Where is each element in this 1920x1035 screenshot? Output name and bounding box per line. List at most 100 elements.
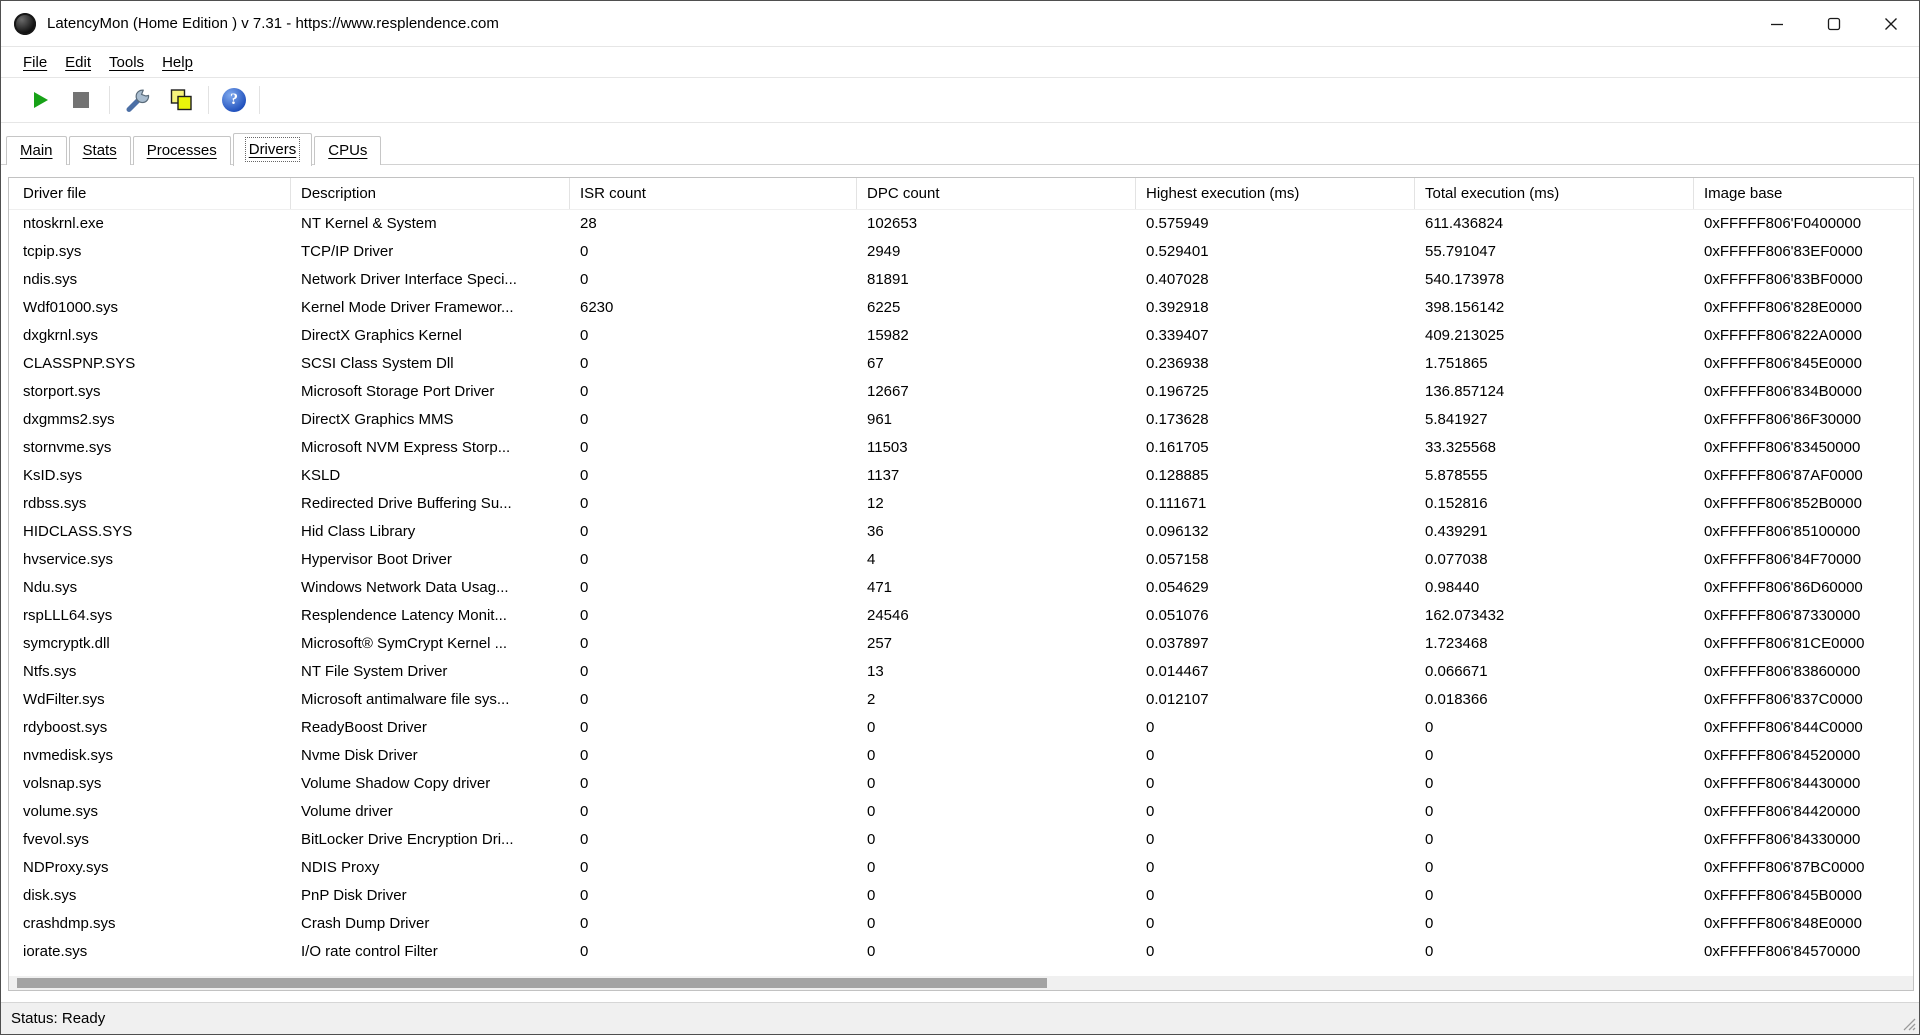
cell-total_execution_ms: 0.018366 bbox=[1415, 686, 1694, 714]
cell-highest_execution_ms: 0.173628 bbox=[1136, 406, 1415, 434]
table-row[interactable]: disk.sysPnP Disk Driver00000xFFFFF806'84… bbox=[9, 882, 1913, 910]
table-row[interactable]: Ndu.sysWindows Network Data Usag...04710… bbox=[9, 574, 1913, 602]
table-row[interactable]: ntoskrnl.exeNT Kernel & System281026530.… bbox=[9, 210, 1913, 238]
close-button[interactable] bbox=[1862, 1, 1919, 46]
cell-driver_file: fvevol.sys bbox=[9, 826, 291, 854]
start-monitor-button[interactable] bbox=[31, 90, 51, 110]
table-row[interactable]: volsnap.sysVolume Shadow Copy driver0000… bbox=[9, 770, 1913, 798]
cell-driver_file: nvmedisk.sys bbox=[9, 742, 291, 770]
cell-image_base: 0xFFFFF806'837C0000 bbox=[1694, 686, 1913, 714]
table-row[interactable]: rdyboost.sysReadyBoost Driver00000xFFFFF… bbox=[9, 714, 1913, 742]
tab-main[interactable]: Main bbox=[6, 136, 67, 165]
table-row[interactable]: Wdf01000.sysKernel Mode Driver Framewor.… bbox=[9, 294, 1913, 322]
cell-total_execution_ms: 409.213025 bbox=[1415, 322, 1694, 350]
table-row[interactable]: rdbss.sysRedirected Drive Buffering Su..… bbox=[9, 490, 1913, 518]
tab-drivers[interactable]: Drivers bbox=[233, 133, 313, 166]
column-header-total_execution_ms[interactable]: Total execution (ms) bbox=[1415, 178, 1694, 209]
cell-dpc_count: 257 bbox=[857, 630, 1136, 658]
cell-description: Resplendence Latency Monit... bbox=[291, 602, 570, 630]
minimize-button[interactable] bbox=[1748, 1, 1805, 46]
menu-item-edit[interactable]: Edit bbox=[56, 54, 100, 71]
cell-description: Nvme Disk Driver bbox=[291, 742, 570, 770]
options-button[interactable] bbox=[125, 87, 152, 114]
window-title: LatencyMon (Home Edition ) v 7.31 - http… bbox=[47, 15, 499, 32]
cell-description: Crash Dump Driver bbox=[291, 910, 570, 938]
table-row[interactable]: NDProxy.sysNDIS Proxy00000xFFFFF806'87BC… bbox=[9, 854, 1913, 882]
cell-dpc_count: 0 bbox=[857, 798, 1136, 826]
cell-image_base: 0xFFFFF806'87AF0000 bbox=[1694, 462, 1913, 490]
table-row[interactable]: CLASSPNP.SYSSCSI Class System Dll0670.23… bbox=[9, 350, 1913, 378]
table-row[interactable]: KsID.sysKSLD011370.1288855.8785550xFFFFF… bbox=[9, 462, 1913, 490]
maximize-button[interactable] bbox=[1805, 1, 1862, 46]
table-row[interactable]: dxgmms2.sysDirectX Graphics MMS09610.173… bbox=[9, 406, 1913, 434]
cell-image_base: 0xFFFFF806'85100000 bbox=[1694, 518, 1913, 546]
column-header-isr_count[interactable]: ISR count bbox=[570, 178, 857, 209]
cell-description: NT File System Driver bbox=[291, 658, 570, 686]
cell-isr_count: 0 bbox=[570, 854, 857, 882]
cell-image_base: 0xFFFFF806'84520000 bbox=[1694, 742, 1913, 770]
tab-stats[interactable]: Stats bbox=[69, 136, 131, 165]
column-header-image_base[interactable]: Image base bbox=[1694, 178, 1913, 209]
cell-isr_count: 0 bbox=[570, 378, 857, 406]
cell-dpc_count: 67 bbox=[857, 350, 1136, 378]
table-row[interactable]: volume.sysVolume driver00000xFFFFF806'84… bbox=[9, 798, 1913, 826]
menu-item-file[interactable]: File bbox=[14, 54, 56, 71]
cell-dpc_count: 0 bbox=[857, 826, 1136, 854]
report-button[interactable] bbox=[169, 88, 194, 113]
column-header-description[interactable]: Description bbox=[291, 178, 570, 209]
cell-dpc_count: 13 bbox=[857, 658, 1136, 686]
cell-total_execution_ms: 1.723468 bbox=[1415, 630, 1694, 658]
cell-image_base: 0xFFFFF806'828E0000 bbox=[1694, 294, 1913, 322]
table-row[interactable]: iorate.sysI/O rate control Filter00000xF… bbox=[9, 938, 1913, 966]
table-row[interactable]: HIDCLASS.SYSHid Class Library0360.096132… bbox=[9, 518, 1913, 546]
cell-dpc_count: 81891 bbox=[857, 266, 1136, 294]
table-row[interactable]: ndis.sysNetwork Driver Interface Speci..… bbox=[9, 266, 1913, 294]
table-row[interactable]: storport.sysMicrosoft Storage Port Drive… bbox=[9, 378, 1913, 406]
cell-driver_file: Wdf01000.sys bbox=[9, 294, 291, 322]
table-row[interactable]: dxgkrnl.sysDirectX Graphics Kernel015982… bbox=[9, 322, 1913, 350]
cell-highest_execution_ms: 0.128885 bbox=[1136, 462, 1415, 490]
cell-description: DirectX Graphics MMS bbox=[291, 406, 570, 434]
cell-dpc_count: 24546 bbox=[857, 602, 1136, 630]
help-button[interactable]: ? bbox=[222, 88, 246, 112]
menu-item-help[interactable]: Help bbox=[153, 54, 202, 71]
cell-dpc_count: 4 bbox=[857, 546, 1136, 574]
cell-image_base: 0xFFFFF806'86D60000 bbox=[1694, 574, 1913, 602]
cell-total_execution_ms: 5.841927 bbox=[1415, 406, 1694, 434]
cell-highest_execution_ms: 0.014467 bbox=[1136, 658, 1415, 686]
table-row[interactable]: hvservice.sysHypervisor Boot Driver040.0… bbox=[9, 546, 1913, 574]
cell-isr_count: 0 bbox=[570, 770, 857, 798]
cell-description: Hid Class Library bbox=[291, 518, 570, 546]
horizontal-scrollbar[interactable] bbox=[9, 976, 1913, 990]
table-row[interactable]: nvmedisk.sysNvme Disk Driver00000xFFFFF8… bbox=[9, 742, 1913, 770]
tab-cpus[interactable]: CPUs bbox=[314, 136, 381, 165]
cell-description: PnP Disk Driver bbox=[291, 882, 570, 910]
cell-dpc_count: 36 bbox=[857, 518, 1136, 546]
cell-driver_file: stornvme.sys bbox=[9, 434, 291, 462]
cell-image_base: 0xFFFFF806'81CE0000 bbox=[1694, 630, 1913, 658]
table-row[interactable]: crashdmp.sysCrash Dump Driver00000xFFFFF… bbox=[9, 910, 1913, 938]
table-row[interactable]: Ntfs.sysNT File System Driver0130.014467… bbox=[9, 658, 1913, 686]
table-row[interactable]: symcryptk.dllMicrosoft® SymCrypt Kernel … bbox=[9, 630, 1913, 658]
table-row[interactable]: stornvme.sysMicrosoft NVM Express Storp.… bbox=[9, 434, 1913, 462]
column-header-highest_execution_ms[interactable]: Highest execution (ms) bbox=[1136, 178, 1415, 209]
column-header-driver_file[interactable]: Driver file bbox=[9, 178, 291, 209]
cell-description: SCSI Class System Dll bbox=[291, 350, 570, 378]
cell-total_execution_ms: 0 bbox=[1415, 714, 1694, 742]
cell-driver_file: rdyboost.sys bbox=[9, 714, 291, 742]
table-row[interactable]: rspLLL64.sysResplendence Latency Monit..… bbox=[9, 602, 1913, 630]
resize-grip[interactable] bbox=[1900, 1015, 1916, 1031]
cell-total_execution_ms: 0 bbox=[1415, 854, 1694, 882]
tab-processes[interactable]: Processes bbox=[133, 136, 231, 165]
cell-highest_execution_ms: 0.054629 bbox=[1136, 574, 1415, 602]
menu-item-tools[interactable]: Tools bbox=[100, 54, 153, 71]
scrollbar-thumb[interactable] bbox=[17, 978, 1047, 988]
cell-description: Volume Shadow Copy driver bbox=[291, 770, 570, 798]
column-header-dpc_count[interactable]: DPC count bbox=[857, 178, 1136, 209]
cell-description: Microsoft Storage Port Driver bbox=[291, 378, 570, 406]
cell-total_execution_ms: 33.325568 bbox=[1415, 434, 1694, 462]
table-row[interactable]: tcpip.sysTCP/IP Driver029490.52940155.79… bbox=[9, 238, 1913, 266]
stop-monitor-button[interactable] bbox=[73, 92, 89, 108]
table-row[interactable]: fvevol.sysBitLocker Drive Encryption Dri… bbox=[9, 826, 1913, 854]
table-row[interactable]: WdFilter.sysMicrosoft antimalware file s… bbox=[9, 686, 1913, 714]
